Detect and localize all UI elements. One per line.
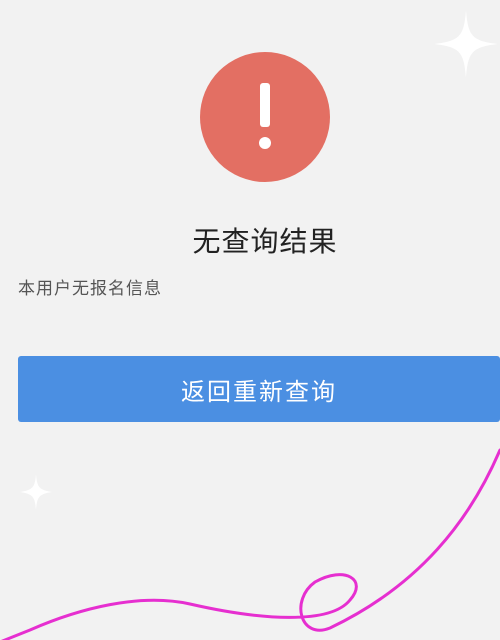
alert-badge [200,52,330,182]
result-description: 本用户无报名信息 [18,279,162,299]
exclamation-icon [259,83,271,149]
result-screen: 无查询结果 本用户无报名信息 返回重新查询 [0,0,500,640]
sparkle-icon [434,10,498,78]
sparkle-icon [20,474,52,510]
retry-search-button[interactable]: 返回重新查询 [18,356,500,422]
result-title: 无查询结果 [192,225,338,258]
